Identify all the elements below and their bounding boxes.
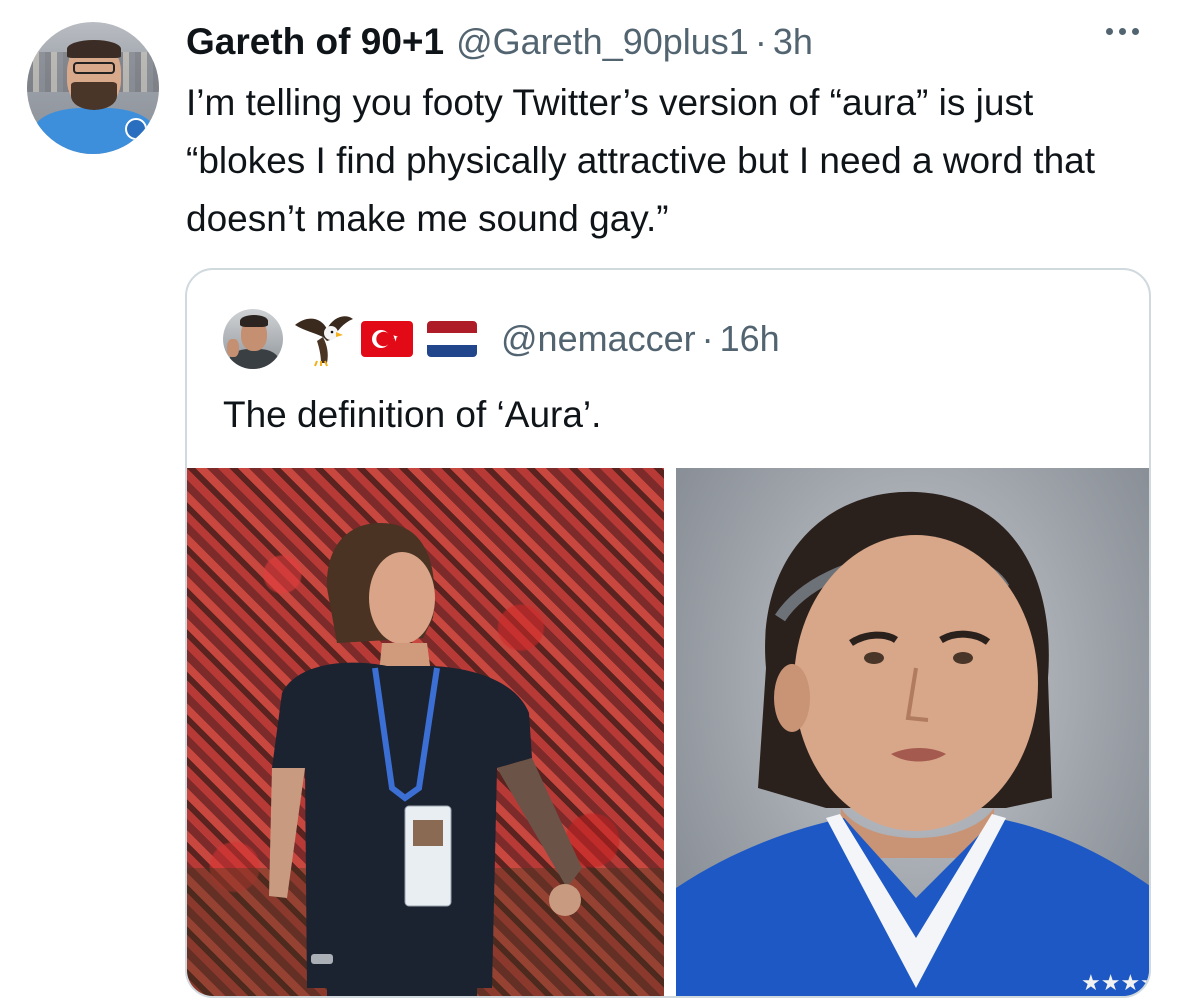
more-dot bbox=[1132, 28, 1139, 35]
player-portrait-figure: ★★★★ bbox=[676, 491, 1151, 996]
netherlands-flag-icon bbox=[427, 321, 477, 357]
more-dot bbox=[1106, 28, 1113, 35]
avatar-beard bbox=[71, 82, 117, 110]
quoted-tweet-header: @nemaccer · 16h bbox=[223, 308, 780, 370]
svg-text:★★★★: ★★★★ bbox=[1081, 971, 1151, 996]
more-options-icon[interactable] bbox=[1106, 28, 1139, 35]
player-headband-portrait-photo[interactable]: ★★★★ bbox=[676, 468, 1151, 996]
author-avatar[interactable] bbox=[27, 22, 159, 154]
separator-dot: · bbox=[754, 21, 767, 62]
quoted-author-avatar[interactable] bbox=[223, 309, 283, 369]
tweet-timestamp[interactable]: 3h bbox=[773, 21, 813, 63]
tweet-text: I’m telling you footy Twitter’s version … bbox=[186, 82, 1096, 239]
player-in-stadium-photo[interactable] bbox=[187, 468, 664, 996]
avatar-club-badge bbox=[125, 118, 147, 140]
quoted-tweet-media: ★★★★ bbox=[187, 468, 1151, 996]
q-avatar-hair bbox=[240, 315, 268, 327]
quoted-tweet-timestamp[interactable]: 16h bbox=[720, 318, 780, 360]
player-standing-figure bbox=[187, 522, 664, 996]
avatar-hair bbox=[67, 40, 121, 58]
q-avatar-hand bbox=[227, 339, 239, 357]
more-dot bbox=[1119, 28, 1126, 35]
separator-dot: · bbox=[701, 318, 714, 359]
eagle-emoji-icon bbox=[295, 316, 353, 367]
turkey-flag-icon bbox=[361, 321, 413, 357]
quoted-author-handle[interactable]: @nemaccer bbox=[501, 318, 696, 360]
tweet-header: Gareth of 90+1 @Gareth_90plus1 · 3h bbox=[186, 18, 813, 66]
quoted-tweet-text: The definition of ‘Aura’. bbox=[223, 394, 602, 435]
author-handle[interactable]: @Gareth_90plus1 bbox=[456, 21, 749, 63]
author-display-name[interactable]: Gareth of 90+1 bbox=[186, 21, 444, 63]
avatar-glasses bbox=[73, 62, 115, 74]
quoted-tweet-card[interactable]: @nemaccer · 16h The definition of ‘Aura’… bbox=[185, 268, 1151, 998]
